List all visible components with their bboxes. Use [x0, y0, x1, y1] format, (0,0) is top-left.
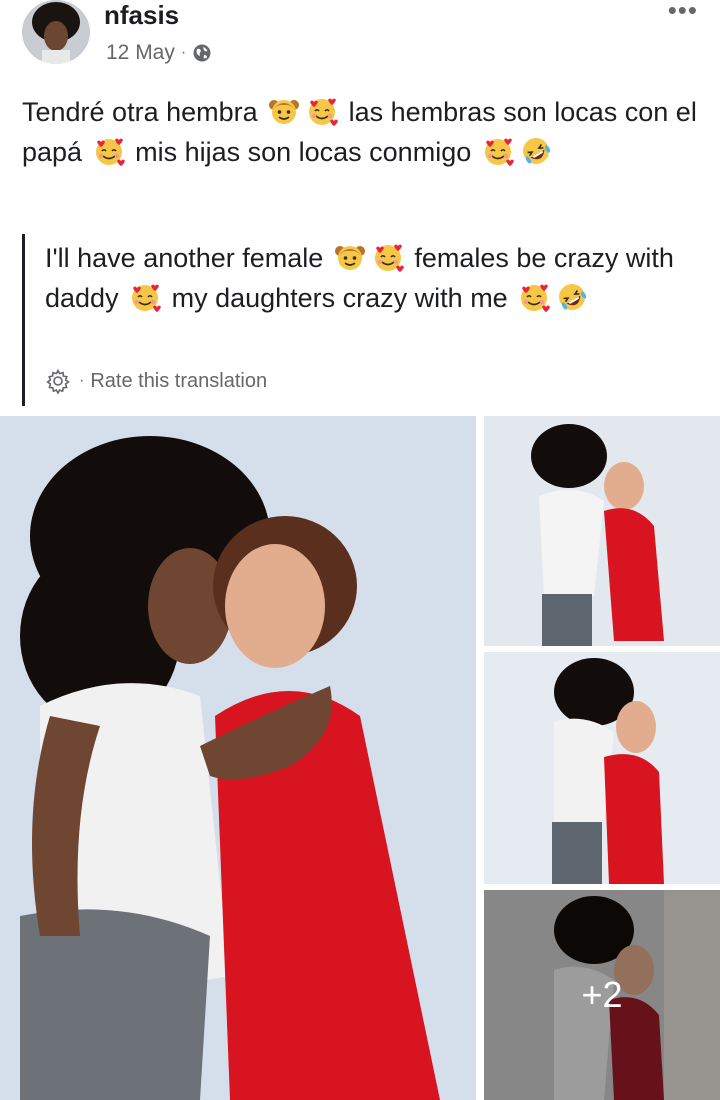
girl-face-emoji	[334, 241, 366, 273]
photo-main[interactable]	[0, 416, 476, 1100]
original-segment: mis hijas son locas conmigo	[127, 137, 479, 167]
post-meta: 12 May ·	[106, 40, 212, 66]
rate-translation-label[interactable]: Rate this translation	[90, 370, 267, 393]
translation-segment: my daughters crazy with me	[164, 283, 516, 313]
post-header: nfasis 12 May · •••	[0, 0, 720, 80]
photo-thumb-2[interactable]	[484, 652, 720, 884]
rolling-laughing-emoji	[520, 135, 552, 167]
translated-text: I'll have another female females be craz…	[45, 234, 692, 318]
smiling-face-with-hearts-emoji	[93, 135, 125, 167]
rate-separator: ·	[79, 372, 85, 389]
meta-separator: ·	[180, 44, 187, 61]
translation-segment: I'll have another female	[45, 243, 331, 273]
more-dots-icon: •••	[667, 0, 698, 25]
rolling-laughing-emoji	[556, 281, 588, 313]
girl-face-emoji	[268, 95, 300, 127]
translation-block: I'll have another female females be craz…	[22, 234, 692, 406]
smiling-face-with-hearts-emoji	[518, 281, 551, 313]
author-name[interactable]: nfasis	[104, 0, 179, 30]
more-options-button[interactable]: •••	[668, 0, 698, 23]
smiling-face-with-hearts-emoji	[306, 95, 339, 127]
more-photos-overlay[interactable]: +2	[484, 890, 720, 1100]
smiling-face-with-hearts-emoji	[482, 135, 514, 167]
original-segment: Tendré otra hembra	[22, 97, 266, 127]
smiling-face-with-hearts-emoji	[129, 281, 162, 313]
more-photos-count: +2	[581, 974, 623, 1015]
globe-icon	[192, 43, 212, 63]
photo-grid: +2	[0, 416, 720, 1100]
post-text: Tendré otra hembra las hembras son locas…	[22, 92, 702, 172]
smiling-face-with-hearts-emoji	[372, 241, 404, 273]
post-date[interactable]: 12 May	[106, 40, 175, 66]
gear-icon	[45, 368, 71, 395]
rate-translation[interactable]: · Rate this translation	[45, 368, 267, 395]
avatar[interactable]	[22, 0, 90, 64]
photo-thumb-1[interactable]	[484, 416, 720, 646]
